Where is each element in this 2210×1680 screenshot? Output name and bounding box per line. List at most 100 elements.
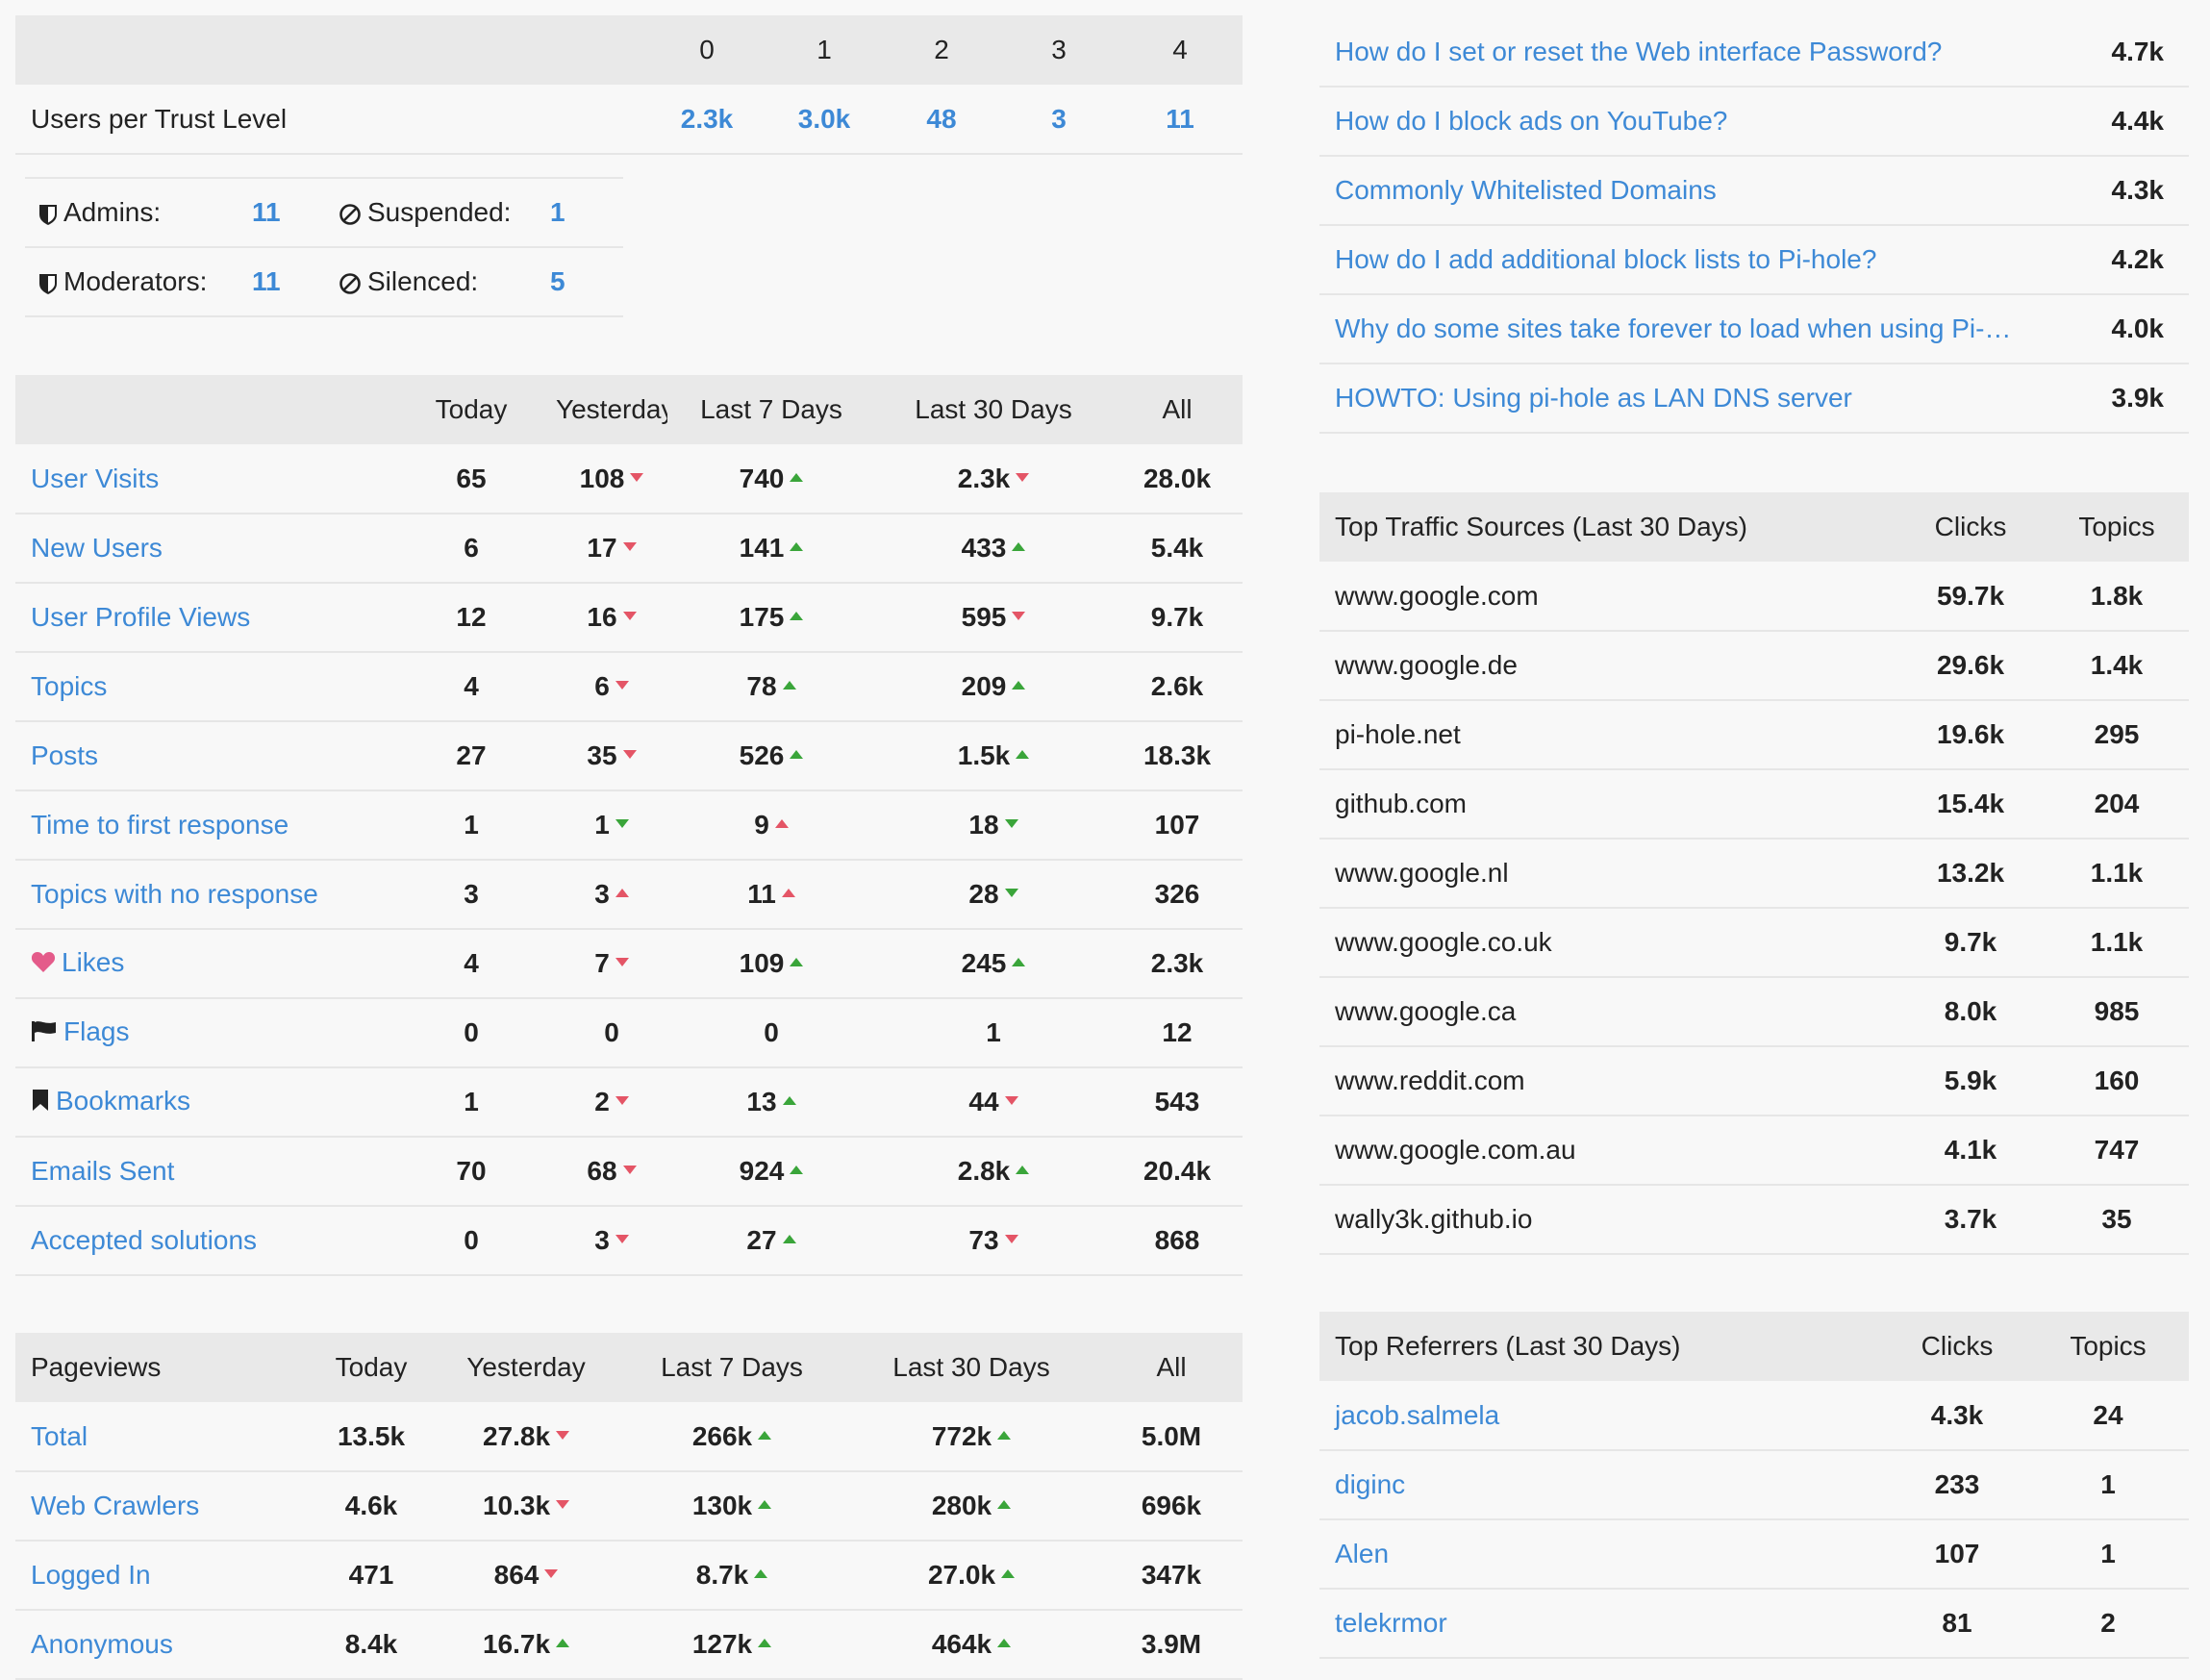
trend-up-icon xyxy=(782,681,796,690)
last-30-days-value: 28 xyxy=(968,879,999,909)
suspended-count[interactable]: 1 xyxy=(550,197,565,227)
metric-link[interactable]: Emails Sent xyxy=(31,1156,174,1186)
ban-icon xyxy=(339,272,361,294)
topic-views: 4.7k xyxy=(2111,36,2165,66)
yesterday-value: 27.8k xyxy=(482,1420,551,1451)
topic-link[interactable]: Commonly Whitelisted Domains xyxy=(1335,175,1717,205)
metric-link[interactable]: Time to first response xyxy=(31,810,289,840)
trend-up-icon xyxy=(997,1500,1012,1510)
trend-down-icon xyxy=(622,1166,637,1175)
metric-link[interactable]: Posts xyxy=(31,740,98,770)
last-7-days-value: 0 xyxy=(764,1017,779,1047)
today-value: 27 xyxy=(456,740,487,770)
last-7-days-value: 9 xyxy=(754,810,769,840)
topics-value: 204 xyxy=(2094,789,2140,818)
yesterday-value: 7 xyxy=(594,948,610,978)
trust-level-1-count[interactable]: 3.0k xyxy=(798,104,851,134)
silenced-count[interactable]: 5 xyxy=(550,266,565,296)
trend-up-icon xyxy=(1012,958,1026,967)
referrer-user-link[interactable]: jacob.salmela xyxy=(1335,1400,1499,1430)
referrer-user-link[interactable]: diginc xyxy=(1335,1469,1405,1499)
table-row: Admins: 11 Suspended: 1 xyxy=(25,178,623,248)
table-row: Topics 4 6 78 209 2.6k xyxy=(15,652,1243,722)
table-row: Topics with no response 3 3 11 28 326 xyxy=(15,860,1243,930)
referrers-header: Top Referrers (Last 30 Days) Clicks Topi… xyxy=(1319,1312,2189,1381)
trust-level-2-count[interactable]: 48 xyxy=(926,104,956,134)
pageview-type-link[interactable]: Anonymous xyxy=(31,1629,173,1659)
table-row: Why do some sites take forever to load w… xyxy=(1319,294,2189,364)
metric-link[interactable]: New Users xyxy=(31,533,163,563)
col-topics: Topics xyxy=(2078,512,2155,541)
trend-up-icon xyxy=(556,1639,570,1648)
trust-level-4-count[interactable]: 11 xyxy=(1166,104,1194,134)
metric-link[interactable]: Likes xyxy=(62,947,124,977)
pageviews-title: Pageviews xyxy=(31,1352,162,1382)
metric-link[interactable]: Topics with no response xyxy=(31,879,318,909)
clicks-value: 9.7k xyxy=(1944,927,1997,957)
table-row: Alen 107 1 xyxy=(1319,1519,2189,1590)
pageview-type-link[interactable]: Web Crawlers xyxy=(31,1491,199,1520)
last-7-days-value: 127k xyxy=(691,1629,753,1659)
yesterday-value: 108 xyxy=(579,463,625,493)
traffic-domain: www.google.ca xyxy=(1335,996,1517,1026)
metric-link[interactable]: User Profile Views xyxy=(31,602,250,632)
last-7-days-value: 175 xyxy=(739,602,785,632)
topics-value: 24 xyxy=(2093,1399,2123,1430)
metric-link[interactable]: User Visits xyxy=(31,464,159,493)
last-7-days-value: 78 xyxy=(746,671,777,701)
metric-link[interactable]: Accepted solutions xyxy=(31,1225,257,1255)
clicks-value: 8.0k xyxy=(1944,996,1997,1026)
trust-level-3-count[interactable]: 3 xyxy=(1051,104,1067,134)
moderators-count[interactable]: 11 xyxy=(252,266,281,296)
trend-down-icon xyxy=(1004,819,1018,829)
metric-link[interactable]: Topics xyxy=(31,671,107,701)
referrer-user-link[interactable]: telekrmor xyxy=(1335,1608,1447,1638)
yesterday-value: 1 xyxy=(594,810,610,840)
trend-up-icon xyxy=(1016,1166,1030,1175)
topic-link[interactable]: How do I set or reset the Web interface … xyxy=(1335,37,1942,66)
trend-down-icon xyxy=(630,472,644,482)
trend-down-icon xyxy=(622,612,637,621)
today-value: 4 xyxy=(464,671,479,701)
last-7-days-value: 11 xyxy=(747,879,776,909)
table-row: Anonymous 8.4k 16.7k 127k 464k 3.9M xyxy=(15,1610,1243,1680)
pageview-type-link[interactable]: Logged In xyxy=(31,1560,151,1590)
trend-down-icon xyxy=(1004,889,1018,898)
table-row: github.com 15.4k 204 xyxy=(1319,769,2189,840)
today-value: 12 xyxy=(456,602,487,632)
trend-up-icon xyxy=(1012,681,1026,690)
pageviews-table: Pageviews Today Yesterday Last 7 Days La… xyxy=(15,1333,1243,1680)
trend-up-icon xyxy=(790,542,804,552)
metric-link[interactable]: Bookmarks xyxy=(56,1086,190,1116)
topic-link[interactable]: How do I block ads on YouTube? xyxy=(1335,106,1727,136)
col-last-30-days: Last 30 Days xyxy=(915,394,1072,424)
table-row: HOWTO: Using pi-hole as LAN DNS server 3.… xyxy=(1319,364,2189,434)
last-30-days-value: 464k xyxy=(931,1629,992,1659)
trend-down-icon xyxy=(615,1235,629,1244)
last-30-days-value: 2.3k xyxy=(957,463,1011,493)
last-30-days-value: 433 xyxy=(961,533,1007,563)
col-yesterday: Yesterday xyxy=(466,1352,586,1382)
last-30-days-value: 44 xyxy=(968,1087,999,1116)
pageviews-header: Pageviews Today Yesterday Last 7 Days La… xyxy=(15,1333,1243,1402)
table-row: pi-hole.net 19.6k 295 xyxy=(1319,700,2189,770)
clicks-value: 107 xyxy=(1934,1539,1980,1568)
col-all: All xyxy=(1156,1352,1187,1382)
pageview-type-link[interactable]: Total xyxy=(31,1421,88,1451)
trend-down-icon xyxy=(615,1096,629,1106)
topic-link[interactable]: Why do some sites take forever to load w… xyxy=(1335,313,2011,343)
clicks-value: 4.3k xyxy=(1930,1399,1984,1430)
topic-link[interactable]: How do I add additional block lists to P… xyxy=(1335,244,1876,274)
table-row: How do I add additional block lists to P… xyxy=(1319,225,2189,295)
traffic-domain: github.com xyxy=(1335,789,1467,818)
col-today: Today xyxy=(335,1352,408,1382)
today-value: 0 xyxy=(464,1017,479,1047)
referrer-user-link[interactable]: Alen xyxy=(1335,1539,1389,1568)
admins-count[interactable]: 11 xyxy=(252,197,281,227)
bookmark-icon xyxy=(31,1088,50,1118)
metric-link[interactable]: Flags xyxy=(63,1016,129,1046)
trust-level-0-count[interactable]: 2.3k xyxy=(681,104,734,134)
topic-link[interactable]: HOWTO: Using pi-hole as LAN DNS server xyxy=(1335,383,1852,413)
table-row: www.google.co.uk 9.7k 1.1k xyxy=(1319,908,2189,978)
all-value: 868 xyxy=(1154,1225,1200,1255)
